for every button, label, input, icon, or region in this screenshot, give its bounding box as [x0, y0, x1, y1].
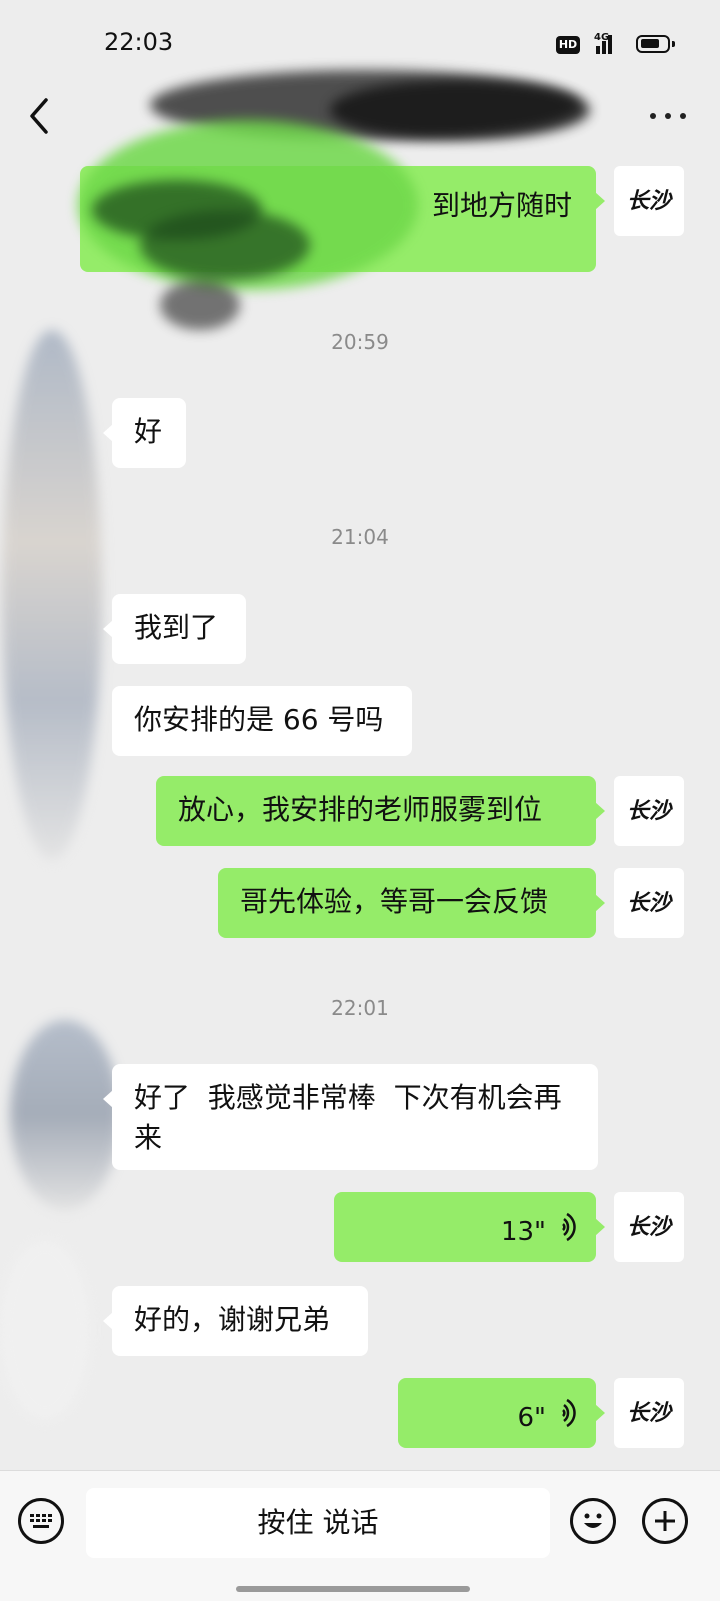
- more-dots-icon[interactable]: [648, 110, 688, 122]
- bubble-tail: [595, 802, 605, 820]
- chat-bubble-sent[interactable]: 放心，我安排的老师服雾到位: [156, 776, 596, 846]
- bubble-tail: [595, 1404, 605, 1422]
- avatar[interactable]: [10, 1020, 120, 1210]
- message-text: 好的，谢谢兄弟: [134, 1303, 331, 1336]
- signal-icon: [590, 34, 614, 54]
- chat-bubble-received[interactable]: 好: [112, 398, 186, 468]
- chat-bubble-received[interactable]: 好了 我感觉非常棒 下次有机会再 来: [112, 1064, 598, 1170]
- voice-duration: 6": [517, 1403, 546, 1433]
- emoji-icon[interactable]: [570, 1498, 616, 1544]
- message-text: 放心，我安排的老师服雾到位: [178, 793, 543, 826]
- message-text: 好: [134, 415, 163, 448]
- voice-duration: 13": [500, 1217, 546, 1247]
- message-text: 来: [134, 1121, 163, 1154]
- avatar[interactable]: 长沙: [614, 1378, 684, 1448]
- chat-bubble-sent[interactable]: 哥先体验，等哥一会反馈: [218, 868, 596, 938]
- timestamp: 20:59: [331, 330, 389, 354]
- message-text: 我到了: [134, 611, 219, 644]
- home-indicator: [236, 1586, 470, 1592]
- plus-icon[interactable]: [642, 1498, 688, 1544]
- voice-message-sent[interactable]: 6": [398, 1378, 596, 1448]
- bubble-tail: [103, 1312, 113, 1330]
- bubble-tail: [103, 424, 113, 442]
- status-time: 22:03: [104, 28, 174, 56]
- avatar[interactable]: 长沙: [614, 776, 684, 846]
- chevron-left-icon[interactable]: [26, 96, 58, 136]
- bubble-tail: [103, 1090, 113, 1108]
- avatar[interactable]: [2, 330, 102, 860]
- hd-badge: HD: [556, 36, 580, 54]
- battery-icon: [636, 35, 675, 53]
- chat-bubble-received[interactable]: 你安排的是 66 号吗: [112, 686, 412, 756]
- redaction-scribble: [140, 210, 310, 280]
- avatar[interactable]: 长沙: [614, 868, 684, 938]
- chat-bubble-received[interactable]: 我到了: [112, 594, 246, 664]
- timestamp: 22:01: [331, 996, 389, 1020]
- avatar[interactable]: [0, 1240, 90, 1420]
- keyboard-icon[interactable]: [18, 1498, 64, 1544]
- timestamp: 21:04: [331, 525, 389, 549]
- bubble-tail: [595, 192, 605, 210]
- message-text: 好了 我感觉非常棒 下次有机会再: [134, 1081, 562, 1114]
- message-text: 到地方随时: [431, 189, 572, 222]
- bubble-tail: [595, 1218, 605, 1236]
- chat-bubble-received[interactable]: 好的，谢谢兄弟: [112, 1286, 368, 1356]
- message-text: 你安排的是 66 号吗: [134, 703, 384, 736]
- message-text: 哥先体验，等哥一会反馈: [240, 885, 549, 918]
- voice-message-sent[interactable]: 13": [334, 1192, 596, 1262]
- hold-to-talk-button[interactable]: 按住 说话: [86, 1488, 550, 1558]
- voice-wave-icon: [562, 1398, 576, 1428]
- avatar[interactable]: 长沙: [614, 1192, 684, 1262]
- bubble-tail: [595, 894, 605, 912]
- avatar[interactable]: 长沙: [614, 166, 684, 236]
- bubble-tail: [103, 620, 113, 638]
- voice-wave-icon: [562, 1212, 576, 1242]
- redaction-scribble: [160, 280, 240, 330]
- redaction-scribble: [330, 80, 590, 140]
